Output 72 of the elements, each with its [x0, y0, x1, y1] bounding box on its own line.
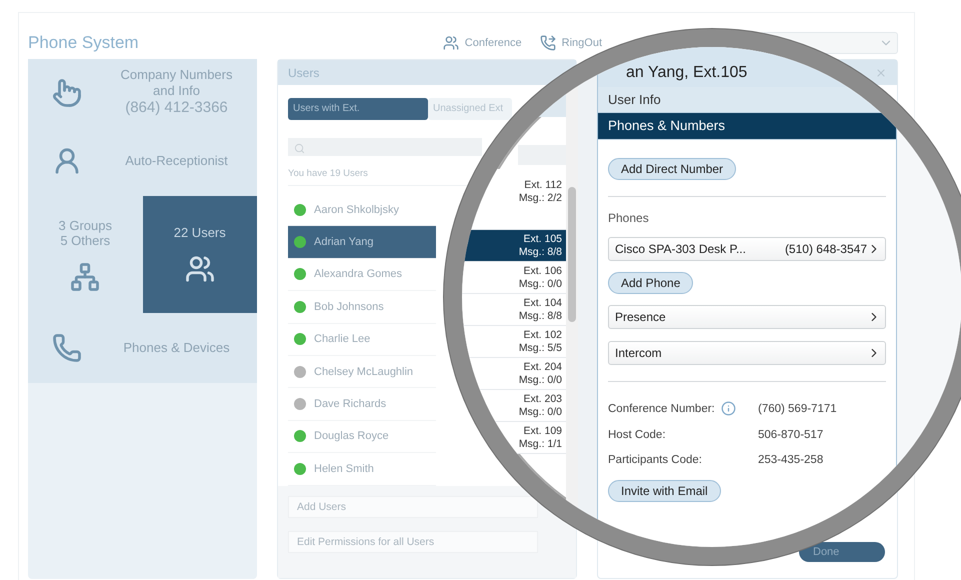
field-label: Host Code: [608, 429, 666, 441]
nav-tile[interactable]: 3 Groups 5 Others [28, 196, 142, 313]
field-value: 506-870-517 [758, 429, 824, 441]
scrollbar[interactable] [568, 187, 576, 322]
extension-label: Ext. 104 [522, 297, 562, 310]
user-row[interactable]: Alexandra Gomes [288, 258, 436, 292]
extension-label: Ext. 102 [522, 329, 562, 342]
app-title: Phone System [28, 33, 140, 53]
user-row[interactable]: Ext. 104 Msg.: 8/8 [462, 294, 566, 326]
extension-label: Ext. 105 [522, 233, 562, 246]
section-tab[interactable]: Phones & Numbers [598, 113, 896, 140]
section-label: Phones [608, 211, 649, 225]
message-count: Msg.: 5/5 [518, 342, 562, 355]
user-row[interactable]: Ext. 105 Msg.: 8/8 [462, 230, 566, 262]
user-row[interactable]: Chelsey McLaughlin [288, 356, 436, 388]
field-value: 253-435-258 [758, 454, 824, 466]
phone-row[interactable]: Cisco SPA-303 Desk P... (510) 648-3547 [608, 237, 886, 261]
phone-icon [52, 333, 82, 363]
nav-item-label: Auto-Receptionist [124, 152, 229, 170]
message-count: Msg.: 2/2 [518, 192, 562, 205]
action-row[interactable]: Add Users [288, 496, 538, 518]
info-icon[interactable] [720, 401, 736, 416]
add-phone-button[interactable]: Add Phone [608, 272, 694, 294]
org-chart-icon [70, 262, 100, 292]
extension-label: Ext. 106 [522, 265, 562, 278]
extension-label: Ext. 204 [522, 361, 562, 374]
tab[interactable]: Unassigned Ext [428, 98, 512, 120]
user-row[interactable]: Ext. 102 Msg.: 5/5 [462, 326, 566, 358]
search-field[interactable] [518, 145, 566, 165]
message-count: Msg.: 0/0 [518, 406, 562, 419]
nav-item[interactable]: Company Numbers and Info (864) 412-3366 [28, 59, 257, 126]
close-icon[interactable] [875, 66, 887, 78]
message-count: Msg.: 1/1 [518, 438, 562, 451]
add-direct-number-button[interactable]: Add Direct Number [608, 158, 736, 180]
nav-tile-sublabel: 5 Others [59, 232, 110, 248]
nav-item[interactable]: Auto-Receptionist [28, 126, 257, 196]
nav-item-label: Company Numbers and Info [120, 66, 234, 100]
pointing-hand-icon [52, 78, 82, 108]
user-row[interactable]: Charlie Lee [288, 324, 436, 356]
user-row[interactable]: Dave Richards [288, 388, 436, 421]
field-label: Participants Code: [608, 454, 702, 466]
field-label: Conference Number: [608, 402, 715, 414]
user-row[interactable]: Adrian Yang [288, 226, 436, 259]
tab[interactable]: Users with Ext. [288, 98, 428, 120]
search-icon [294, 143, 305, 154]
phone-forward-icon [540, 35, 556, 51]
invite-email-button[interactable]: Invite with Email [608, 480, 721, 502]
user-row[interactable]: Bob Johnsons [288, 291, 436, 324]
message-count: Msg.: 0/0 [518, 374, 562, 387]
nav-item-label: Phones & Devices [122, 340, 231, 356]
message-count: Msg.: 0/0 [518, 278, 562, 291]
nav-item[interactable]: Phones & Devices [28, 313, 257, 383]
message-count: Msg.: 8/8 [518, 310, 562, 323]
done-button[interactable]: Done [799, 542, 885, 562]
action-row[interactable]: Edit Permissions for all Users [288, 531, 538, 553]
panel-title: Users [278, 60, 576, 85]
nav-tile-label: 22 Users [174, 225, 226, 240]
extension-label: Ext. 109 [522, 425, 562, 438]
settings-row[interactable]: Intercom [608, 341, 886, 365]
settings-row[interactable]: Presence [608, 305, 886, 329]
user-row[interactable]: Douglas Royce [288, 420, 436, 454]
nav-tile[interactable]: 22 Users [142, 196, 257, 313]
user-row[interactable]: Ext. 106 Msg.: 0/0 [462, 262, 566, 294]
search-field[interactable] [288, 138, 482, 156]
people-icon [442, 35, 459, 51]
people-icon [184, 254, 215, 284]
message-count: Msg.: 8/8 [518, 246, 562, 259]
field-value: (760) 569-7171 [758, 402, 837, 414]
nav-tile-label: 3 Groups [58, 218, 112, 232]
extension-label: Ext. 203 [522, 393, 562, 406]
phone-number: (864) 412-3366 [124, 99, 229, 118]
toolbar-button[interactable]: Conference [442, 35, 522, 51]
